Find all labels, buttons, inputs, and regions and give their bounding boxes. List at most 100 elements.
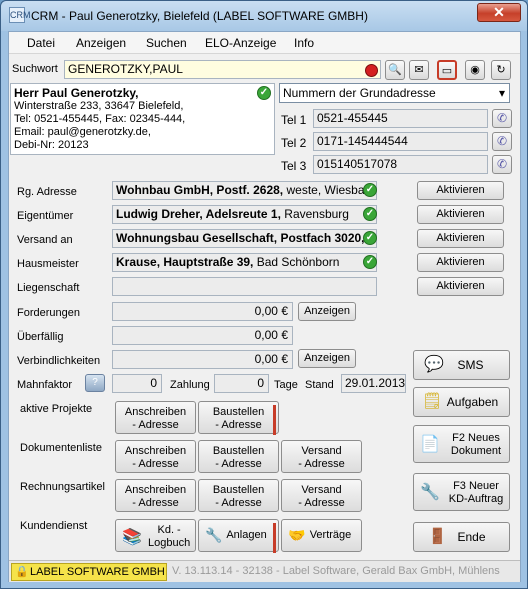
document-icon: 📄 (420, 436, 440, 453)
sms-label: SMS (457, 358, 484, 372)
tel2-field[interactable]: 0171-145444544 (313, 132, 488, 151)
menu-elo-anzeige[interactable]: ELO-Anzeige (205, 36, 276, 50)
anzeigen-button[interactable]: Anzeigen (298, 302, 356, 321)
menu-anzeigen[interactable]: Anzeigen (76, 36, 126, 50)
phone-icon[interactable]: ✆ (492, 132, 512, 151)
tage-label: Tage (274, 379, 298, 391)
address-email: Email: paul@generotzky.de, (14, 126, 151, 138)
help-icon[interactable]: ? (85, 374, 105, 392)
aufgaben-button[interactable]: 🗒 Aufgaben (413, 387, 510, 417)
section-label: aktive Projekte (20, 403, 93, 415)
mail-icon[interactable]: ✉ (409, 60, 429, 80)
crm-window: CRM CRM - Paul Generotzky, Bielefeld (LA… (0, 0, 528, 589)
role-field-versand[interactable]: Wohnungsbau Gesellschaft, Postfach 3020, (112, 229, 377, 248)
anlagen-button[interactable]: 🔧 Anlagen (198, 519, 279, 553)
rechnung-baustellen-button[interactable]: Baustellen - Adresse (198, 479, 279, 512)
role-label: Liegenschaft (17, 282, 80, 294)
speech-bubble-icon: 💬 (424, 356, 444, 373)
projekte-anschreiben-button[interactable]: Anschreiben - Adresse (115, 401, 196, 434)
address-select-value: Nummern der Grundadresse (283, 86, 436, 100)
address-box: Herr Paul Generotzky, ✓ Winterstraße 233… (10, 83, 275, 155)
ok-icon: ✓ (363, 183, 377, 197)
role-field-liegenschaft[interactable] (112, 277, 377, 296)
ende-button[interactable]: 🚪 Ende (413, 522, 510, 552)
tel1-field[interactable]: 0521-455445 (313, 109, 488, 128)
kd-logbuch-button[interactable]: 📚 Kd. - Logbuch (115, 519, 196, 552)
finance-label: Forderungen (17, 307, 80, 319)
menu-info[interactable]: Info (294, 36, 314, 50)
finance-label: Verbindlichkeiten (17, 355, 101, 367)
title-bar[interactable]: CRM CRM - Paul Generotzky, Bielefeld (LA… (1, 1, 527, 31)
aktivieren-button[interactable]: Aktivieren (417, 253, 504, 272)
search-label: Suchwort (12, 63, 58, 75)
stop-icon[interactable] (365, 64, 378, 77)
role-field-hausmeister[interactable]: Krause, Hauptstraße 39, Bad Schönborn (112, 253, 377, 272)
neuer-kd-auftrag-button[interactable]: 🔧 F3 Neuer KD-Auftrag (413, 473, 510, 511)
role-field-rg-adresse[interactable]: Wohnbau GmbH, Postf. 2628, weste, Wiesba… (112, 181, 377, 200)
rechnung-anschreiben-button[interactable]: Anschreiben - Adresse (115, 479, 196, 512)
ok-icon: ✓ (363, 207, 377, 221)
role-rest: weste, Wiesbad (283, 183, 372, 197)
menu-suchen[interactable]: Suchen (146, 36, 187, 50)
f2-label: F2 Neues Dokument (450, 432, 502, 457)
dokumente-versand-button[interactable]: Versand - Adresse (281, 440, 362, 473)
finance-label: Überfällig (17, 331, 64, 343)
phone-icon[interactable]: ✆ (492, 155, 512, 174)
stand-label: Stand (305, 379, 334, 391)
search-input[interactable]: GENEROTZKY,PAUL (64, 60, 381, 79)
role-bold: Wohnungsbau Gesellschaft, Postfach 3020, (116, 231, 365, 245)
role-label: Hausmeister (17, 258, 79, 270)
card-icon[interactable]: ▭ (437, 60, 457, 80)
role-label: Eigentümer (17, 210, 74, 222)
address-select[interactable]: Nummern der Grundadresse ▾ (279, 83, 510, 103)
menu-bar: Datei Anzeigen Suchen ELO-Anzeige Info (9, 32, 520, 54)
sms-button[interactable]: 💬 SMS (413, 350, 510, 380)
status-bar: 🔒 LABEL SOFTWARE GMBH V. 13.113.14 - 321… (9, 560, 520, 582)
company-badge: 🔒 LABEL SOFTWARE GMBH (11, 563, 167, 581)
f3-label: F3 Neuer KD-Auftrag (448, 480, 504, 505)
globe-icon[interactable]: ◉ (465, 60, 485, 80)
section-label: Rechnungsartikel (20, 481, 105, 493)
aktivieren-button[interactable]: Aktivieren (417, 205, 504, 224)
address-name: Herr Paul Generotzky, (14, 86, 139, 100)
phone-icon[interactable]: ✆ (492, 109, 512, 128)
ok-icon: ✓ (363, 255, 377, 269)
address-phone-fax: Tel: 0521-455445, Fax: 02345-444, (14, 113, 186, 125)
role-bold: Krause, Hauptstraße 39, (116, 255, 254, 269)
logbuch-label: Kd. - Logbuch (148, 524, 191, 549)
aktivieren-button[interactable]: Aktivieren (417, 229, 504, 248)
forderungen-field: 0,00 € (112, 302, 293, 321)
projekte-baustellen-button[interactable]: Baustellen - Adresse (198, 401, 279, 435)
mahnfaktor-label: Mahnfaktor (17, 379, 73, 391)
tel3-field[interactable]: 015140517078 (313, 155, 488, 174)
role-field-eigentuemer[interactable]: Ludwig Dreher, Adelsreute 1, Ravensburg (112, 205, 377, 224)
tools-icon: 🔧 (420, 484, 440, 501)
version-info: V. 13.113.14 - 32138 - Label Software, G… (172, 565, 500, 577)
company-name: LABEL SOFTWARE GMBH (30, 566, 165, 578)
tel1-label: Tel 1 (281, 113, 307, 127)
ok-icon: ✓ (363, 231, 377, 245)
address-street: Winterstraße 233, 33647 Bielefeld, (14, 100, 184, 112)
wrench-icon: 🔧 (205, 527, 223, 543)
rechnung-versand-button[interactable]: Versand - Adresse (281, 479, 362, 512)
tel3-label: Tel 3 (281, 159, 307, 173)
handshake-icon: 🤝 (288, 527, 306, 543)
address-debi: Debi-Nr: 20123 (14, 139, 89, 151)
role-bold: Wohnbau GmbH, Postf. 2628, (116, 183, 284, 197)
role-label: Rg. Adresse (17, 186, 77, 198)
client-area: Datei Anzeigen Suchen ELO-Anzeige Info S… (8, 31, 521, 582)
vertraege-button[interactable]: 🤝 Verträge (281, 519, 362, 552)
anzeigen-button[interactable]: Anzeigen (298, 349, 356, 368)
neues-dokument-button[interactable]: 📄 F2 Neues Dokument (413, 425, 510, 463)
section-label: Kundendienst (20, 520, 88, 532)
search-icon[interactable]: 🔍 (385, 60, 405, 80)
menu-datei[interactable]: Datei (27, 36, 55, 50)
dokumente-anschreiben-button[interactable]: Anschreiben - Adresse (115, 440, 196, 473)
dokumente-baustellen-button[interactable]: Baustellen - Adresse (198, 440, 279, 473)
refresh-icon[interactable]: ↻ (491, 60, 511, 80)
address-ok-icon: ✓ (257, 86, 271, 100)
aktivieren-button[interactable]: Aktivieren (417, 181, 504, 200)
lock-icon: 🔒 (15, 566, 29, 578)
aktivieren-button[interactable]: Aktivieren (417, 277, 504, 296)
close-button[interactable]: ✕ (477, 3, 521, 22)
